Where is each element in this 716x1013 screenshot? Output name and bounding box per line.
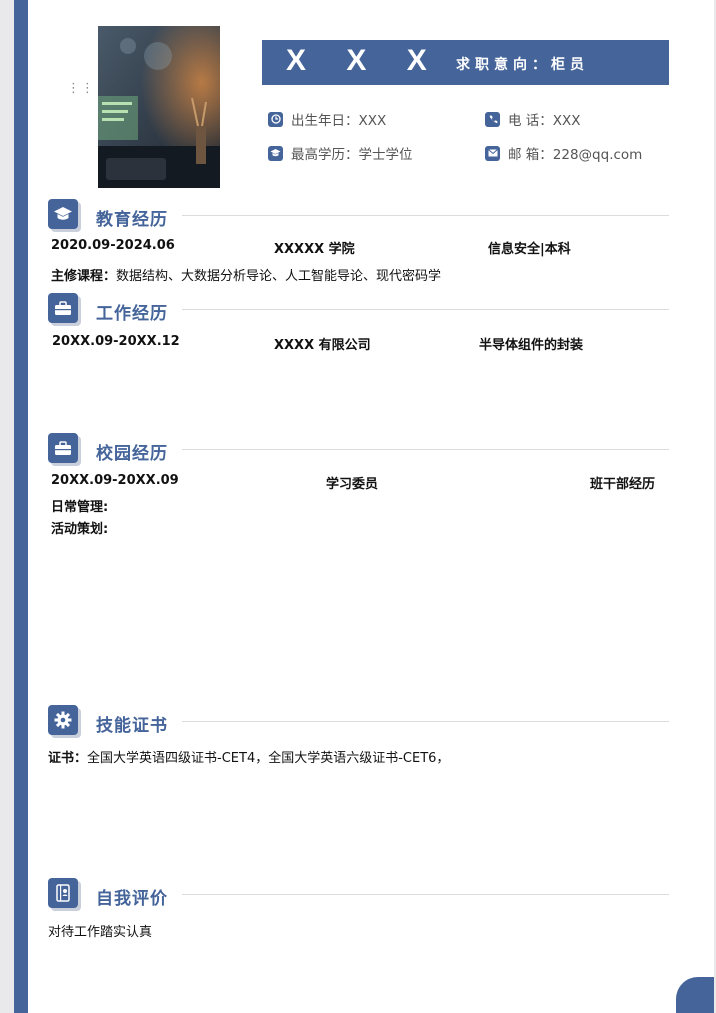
candidate-name: X X X [286, 44, 443, 77]
graduation-cap-icon [268, 145, 283, 161]
campus-position: 学习委员 [326, 477, 379, 492]
clock-icon [268, 111, 283, 127]
briefcase-icon [48, 433, 78, 463]
phone-icon [485, 111, 500, 127]
self-evaluation-text: 对待工作踏实认真 [48, 925, 153, 940]
info-phone: 电 话：XXX [485, 109, 581, 129]
work-company: XXXX 有限公司 [274, 338, 371, 353]
campus-category: 班干部经历 [590, 477, 656, 492]
section-campus: 校园经历 [48, 433, 669, 467]
education-major: 信息安全|本科 [488, 242, 571, 257]
section-title: 工作经历 [96, 304, 168, 324]
campus-date: 20XX.09-20XX.09 [51, 473, 179, 488]
name-banner: X X X 求职意向：柜员 [262, 40, 669, 85]
campus-line-planning: 活动策划: [51, 522, 109, 537]
education-school: XXXXX 学院 [274, 242, 355, 257]
info-birth: 出生年日：XXX [268, 109, 386, 129]
corner-decoration [676, 977, 714, 1013]
section-divider [182, 894, 669, 895]
section-title: 自我评价 [96, 889, 168, 909]
drag-handle-icon[interactable]: ⋮⋮ [67, 82, 95, 95]
work-date: 20XX.09-20XX.12 [52, 334, 180, 349]
graduation-cap-icon [48, 199, 78, 229]
section-divider [182, 449, 669, 450]
section-title: 技能证书 [96, 716, 168, 736]
briefcase-icon [48, 293, 78, 323]
section-skills: 技能证书 [48, 705, 669, 739]
campus-line-management: 日常管理: [51, 500, 109, 515]
section-education: 教育经历 [48, 199, 669, 233]
work-role: 半导体组件的封装 [479, 338, 584, 353]
notebook-icon [48, 878, 78, 908]
left-accent-bar [14, 0, 28, 1013]
job-intent: 求职意向：柜员 [456, 57, 589, 73]
mail-icon [485, 145, 500, 161]
gear-icon [48, 705, 78, 735]
section-title: 校园经历 [96, 444, 168, 464]
skills-certificates: 证书：全国大学英语四级证书-CET4，全国大学英语六级证书-CET6， [48, 751, 450, 766]
education-courses: 主修课程：数据结构、大数据分析导论、人工智能导论、现代密码学 [51, 269, 442, 284]
resume-page: ⋮⋮ X X X 求职意向：柜员 出生年日：XXX 电 话：XXX 最高学历：学… [14, 0, 714, 1013]
profile-photo [98, 26, 220, 188]
info-degree: 最高学历：学士学位 [268, 143, 413, 163]
section-divider [182, 309, 669, 310]
education-date: 2020.09-2024.06 [51, 238, 175, 253]
section-divider [182, 721, 669, 722]
section-divider [182, 215, 669, 216]
section-self-evaluation: 自我评价 [48, 878, 669, 912]
section-work: 工作经历 [48, 293, 669, 327]
section-title: 教育经历 [96, 210, 168, 230]
info-email: 邮 箱：228@qq.com [485, 143, 642, 163]
